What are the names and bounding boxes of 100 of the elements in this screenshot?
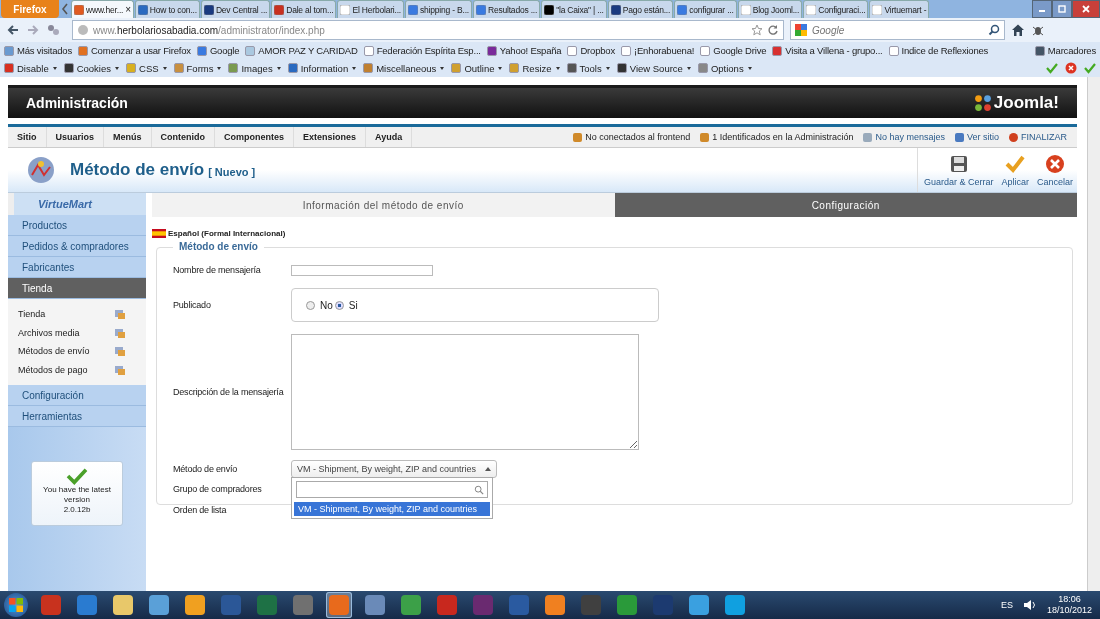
submenu-item[interactable]: Archivos media (8, 323, 146, 342)
sidebar-item[interactable]: Pedidos & compradores (8, 236, 146, 257)
dropdown-option[interactable]: VM - Shipment, By weight, ZIP and countries (294, 502, 490, 516)
description-textarea[interactable] (291, 334, 639, 450)
submenu-item[interactable]: Métodos de pago (8, 360, 146, 379)
toolbar-menu[interactable]: Tools (566, 62, 610, 74)
taskbar-app-icon[interactable] (146, 592, 172, 618)
search-box[interactable]: Google (790, 20, 1005, 40)
close-window-button[interactable] (1072, 0, 1100, 18)
content-tab[interactable]: Información del método de envío (152, 193, 615, 217)
toolbar-menu[interactable]: Outline (451, 62, 503, 74)
taskbar-app-icon[interactable] (614, 592, 640, 618)
toolbar-button[interactable]: Guardar & Cerrar (919, 153, 998, 187)
address-bar[interactable]: www.herbolariosabadia.com/administrator/index.php (72, 20, 784, 40)
taskbar-app-icon[interactable] (182, 592, 208, 618)
search-icon[interactable] (988, 24, 1000, 36)
toolbar-menu[interactable]: CSS (126, 62, 167, 74)
bookmark-link[interactable]: Más visitados (4, 45, 72, 56)
check-icon[interactable] (1084, 62, 1096, 74)
admin-menu-item[interactable]: Extensiones (294, 127, 367, 147)
admin-menu-item[interactable]: Sitio (8, 127, 47, 147)
home-icon[interactable] (1011, 23, 1025, 37)
bookmark-link[interactable]: Google (196, 45, 240, 56)
browser-tab[interactable]: Virtuemart - (869, 0, 930, 18)
bookmark-link[interactable]: AMOR PAZ Y CARIDAD (245, 45, 358, 56)
bookmark-link[interactable]: Federación Espírita Esp... (363, 45, 481, 56)
scrollbar[interactable] (1087, 77, 1100, 591)
bookmark-link[interactable]: Google Drive (700, 45, 767, 56)
toolbar-menu[interactable]: View Source (616, 62, 691, 74)
status-link[interactable]: 1 Identificados en la Administración (700, 132, 854, 142)
bookmark-link[interactable]: Comenzar a usar Firefox (77, 45, 191, 56)
browser-tab[interactable]: "la Caixa" | ... (541, 0, 607, 18)
toolbar-menu[interactable]: Images (228, 62, 281, 74)
browser-tab[interactable]: Configuraci... (803, 0, 869, 18)
maximize-button[interactable] (1052, 0, 1072, 18)
search-engine-icon[interactable] (795, 24, 807, 36)
scroll-left-icon[interactable] (60, 2, 70, 16)
status-link[interactable]: No conectados al frontend (573, 132, 691, 142)
submenu-item[interactable]: Tienda (8, 305, 146, 324)
toolbar-menu[interactable]: Miscellaneous (363, 62, 445, 74)
toolbar-menu[interactable]: Resize (509, 62, 560, 74)
admin-menu-item[interactable]: Ayuda (366, 127, 413, 147)
start-button[interactable] (4, 593, 28, 617)
toolbar-menu[interactable]: Disable (4, 62, 57, 74)
browser-tab[interactable]: Blog Jooml... (737, 0, 803, 18)
admin-menu-item[interactable]: Usuarios (46, 127, 104, 147)
toolbar-button[interactable]: Aplicar (997, 153, 1033, 187)
browser-tab[interactable]: www.her... × (71, 0, 134, 18)
toolbar-menu[interactable]: Options (697, 62, 752, 74)
sidebar-item[interactable]: Configuración (8, 385, 146, 406)
status-link[interactable]: Ver sitio (954, 132, 999, 142)
bookmark-link[interactable]: Dropbox (567, 45, 615, 56)
bookmark-link[interactable]: ¡Enhorabuena! (620, 45, 695, 56)
toolbar-menu[interactable]: Forms (173, 62, 222, 74)
browser-tab[interactable]: shipping - B... (405, 0, 472, 18)
radio-option[interactable]: No (306, 299, 333, 311)
sidebar-item[interactable]: Productos (8, 215, 146, 236)
sidebar-item[interactable]: Fabricantes (8, 257, 146, 278)
reload-icon[interactable] (767, 24, 779, 36)
status-link[interactable]: No hay mensajes (863, 132, 945, 142)
bookmarks-menu[interactable]: Marcadores (1034, 45, 1096, 56)
language-indicator[interactable]: ES (1000, 600, 1013, 610)
taskbar-app-icon[interactable] (542, 592, 568, 618)
browser-tab[interactable]: Resultados ... (472, 0, 541, 18)
back-icon[interactable] (6, 23, 20, 37)
shipping-method-dropdown[interactable]: VM - Shipment, By weight, ZIP and countries (291, 460, 497, 478)
taskbar-app-icon[interactable] (362, 592, 388, 618)
browser-tab[interactable]: configurar ... (674, 0, 737, 18)
volume-icon[interactable] (1022, 598, 1037, 612)
taskbar-app-icon[interactable] (110, 592, 136, 618)
sidebar-item[interactable]: Tienda (8, 278, 146, 299)
sidebar-item[interactable]: Herramientas (8, 406, 146, 427)
bookmark-link[interactable]: Indice de Reflexiones (888, 45, 989, 56)
toolbar-menu[interactable]: Information (287, 62, 357, 74)
check-icon[interactable] (1046, 62, 1058, 74)
status-link[interactable]: FINALIZAR (1009, 132, 1067, 142)
content-tab[interactable]: Configuración (614, 193, 1077, 217)
taskbar-app-icon[interactable] (686, 592, 712, 618)
taskbar-app-icon[interactable] (722, 592, 748, 618)
error-icon[interactable] (1065, 62, 1077, 74)
toolbar-button[interactable]: Cancelar (1032, 153, 1077, 187)
admin-menu-item[interactable]: Contenido (151, 127, 216, 147)
radio-option[interactable]: Si (334, 299, 358, 311)
bookmark-link[interactable]: Yahoo! España (486, 45, 562, 56)
browser-tab[interactable]: El Herbolari... (337, 0, 404, 18)
toolbar-menu[interactable]: Cookies (63, 62, 119, 74)
forward-icon[interactable] (26, 23, 40, 37)
submenu-item[interactable]: Métodos de envío (8, 342, 146, 361)
minimize-button[interactable] (1032, 0, 1052, 18)
taskbar-app-icon[interactable] (398, 592, 424, 618)
star-icon[interactable] (751, 24, 763, 36)
admin-menu-item[interactable]: Menús (104, 127, 152, 147)
close-tab-button[interactable]: × (125, 4, 131, 15)
text-field[interactable] (291, 264, 433, 276)
bookmark-link[interactable]: Visita a Villena - grupo... (772, 45, 883, 56)
admin-menu-item[interactable]: Componentes (215, 127, 295, 147)
browser-tab[interactable]: How to con... (134, 0, 200, 18)
clock-time[interactable]: 18:06 (1058, 594, 1081, 605)
browser-tab[interactable]: Pago están... (607, 0, 674, 18)
clock-date[interactable]: 18/10/2012 (1046, 605, 1092, 616)
